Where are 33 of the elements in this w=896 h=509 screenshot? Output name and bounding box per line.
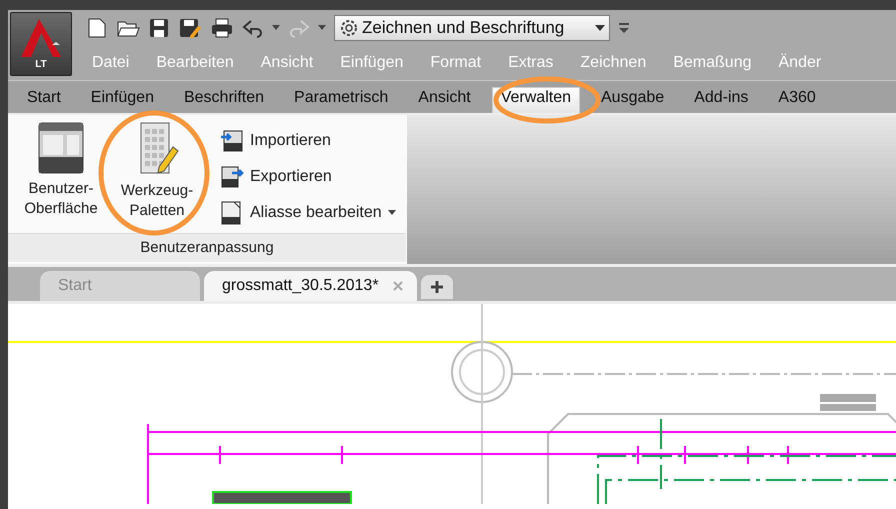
workspace-dropdown[interactable]: Zeichnen und Beschriftung	[334, 15, 610, 41]
ribbon-tab[interactable]: A360	[769, 86, 825, 113]
ribbon-tab[interactable]: Parametrisch	[285, 86, 398, 113]
customize-menu-icon[interactable]	[618, 21, 630, 35]
document-tab[interactable]: grossmatt_30.5.2013*	[204, 271, 417, 301]
caret-icon[interactable]	[318, 25, 326, 31]
ribbon-tab[interactable]: Ausgabe	[592, 86, 674, 113]
caret-icon[interactable]	[272, 25, 280, 31]
new-file-icon[interactable]	[86, 17, 108, 39]
ribbon-tab[interactable]: Verwalten	[492, 86, 580, 113]
ribbon-tab[interactable]: Start	[18, 86, 70, 113]
ribbon-tab[interactable]: Beschriften	[174, 86, 274, 113]
application-menu-button[interactable]: LT	[10, 12, 72, 76]
logo-icon	[19, 17, 63, 59]
import-icon	[220, 128, 244, 153]
ribbon-tab[interactable]: Add-ins	[685, 86, 758, 113]
ribbon-small-button[interactable]: Importieren	[218, 124, 398, 157]
ribbon-tab[interactable]: Ansicht	[409, 86, 480, 113]
save-icon[interactable]	[148, 17, 170, 39]
export-icon	[220, 164, 244, 189]
panel-title: Benutzeranpassung	[8, 232, 406, 262]
undo-icon[interactable]	[242, 18, 264, 38]
plus-icon	[430, 281, 443, 293]
ribbon-large-button[interactable]: Benutzer- Oberfläche	[14, 120, 108, 233]
save-as-icon[interactable]	[178, 17, 202, 39]
window-icon	[37, 120, 85, 175]
new-tab-button[interactable]	[420, 275, 453, 299]
ribbon-small-button[interactable]: Exportieren	[218, 160, 398, 193]
caret-icon	[595, 25, 605, 31]
ribbon-small-button[interactable]: Aliasse bearbeiten	[218, 196, 398, 229]
print-icon[interactable]	[210, 17, 234, 39]
ribbon-tab[interactable]: Einfügen	[82, 86, 163, 113]
gear-icon	[339, 18, 359, 38]
